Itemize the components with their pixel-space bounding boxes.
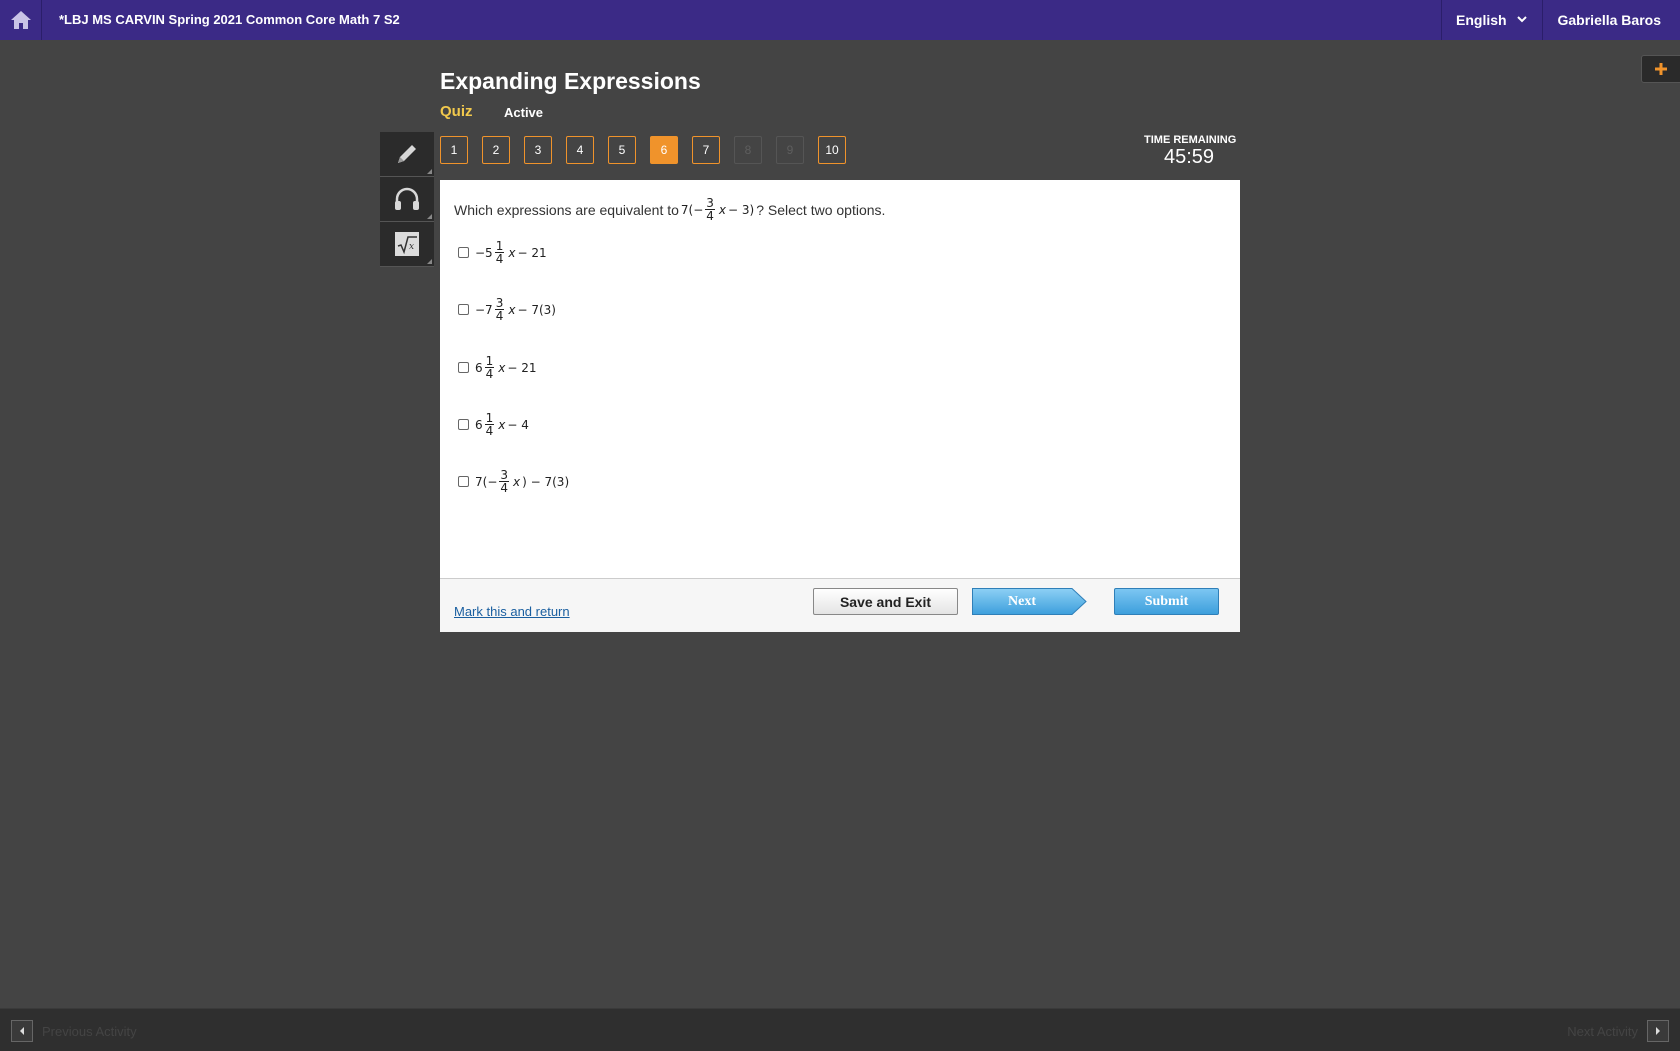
variable: x	[498, 417, 506, 432]
pencil-icon	[398, 145, 416, 163]
question-number-2[interactable]: 2	[482, 136, 510, 164]
math-part: 6	[475, 417, 483, 432]
math-part: 7(−	[475, 474, 498, 489]
option-checkbox[interactable]	[458, 247, 469, 258]
top-bar: *LBJ MS CARVIN Spring 2021 Common Core M…	[0, 0, 1680, 40]
fraction: 34	[499, 469, 510, 495]
answer-option[interactable]: −5 1 4 x − 21	[458, 240, 547, 265]
option-checkbox[interactable]	[458, 362, 469, 373]
answer-option[interactable]: 6 1 4 x − 21	[458, 355, 537, 380]
math-part: ) − 7(3)	[522, 474, 570, 489]
denominator: 4	[495, 252, 504, 266]
variable: x	[498, 360, 506, 375]
variable: x	[508, 245, 516, 260]
timer-label: TIME REMAINING	[1144, 134, 1237, 146]
fraction: 14	[494, 240, 505, 266]
page-title: Expanding Expressions	[440, 68, 701, 94]
prompt-text-after: ? Select two options.	[756, 201, 886, 218]
audio-tool-button[interactable]	[380, 177, 434, 222]
save-and-exit-button[interactable]: Save and Exit	[813, 588, 958, 615]
previous-activity-label[interactable]: Previous Activity	[42, 1024, 137, 1039]
question-navigation: 1 2 3 4 5 6 7 8 9 10	[440, 136, 860, 164]
option-checkbox[interactable]	[458, 419, 469, 430]
math-part: −7	[475, 302, 493, 317]
answer-option[interactable]: −7 3 4 x − 7(3)	[458, 297, 556, 322]
math-tool-button[interactable]: x	[380, 222, 434, 267]
question-number-1[interactable]: 1	[440, 136, 468, 164]
fraction: 3 4	[705, 197, 715, 222]
question-number-5[interactable]: 5	[608, 136, 636, 164]
fraction: 14	[484, 412, 495, 438]
next-button-label: Next	[1008, 593, 1036, 609]
prompt-expression: 7(− 3 4 x − 3)	[681, 197, 754, 222]
next-button[interactable]: Next	[972, 588, 1087, 615]
denominator: 4	[706, 209, 714, 223]
question-number-4[interactable]: 4	[566, 136, 594, 164]
mark-and-return-link[interactable]: Mark this and return	[454, 604, 570, 619]
question-prompt: Which expressions are equivalent to 7(− …	[454, 197, 885, 222]
question-number-3[interactable]: 3	[524, 136, 552, 164]
math-part: −5	[475, 245, 493, 260]
tool-panel: x	[380, 132, 434, 267]
answer-option[interactable]: 7(− 3 4 x) − 7(3)	[458, 469, 569, 494]
fraction: 34	[494, 297, 505, 323]
question-footer: Mark this and return Save and Exit Next …	[440, 578, 1240, 632]
option-checkbox[interactable]	[458, 476, 469, 487]
prompt-text-before: Which expressions are equivalent to	[454, 201, 679, 218]
caret-right-icon	[1656, 1027, 1660, 1035]
pencil-tool-button[interactable]	[380, 132, 434, 177]
answer-option[interactable]: 6 1 4 x − 4	[458, 412, 529, 437]
variable: x	[508, 302, 516, 317]
next-activity-label[interactable]: Next Activity	[1567, 1024, 1638, 1039]
svg-text:x: x	[409, 242, 414, 252]
home-icon	[10, 11, 31, 29]
math-part: − 7(3)	[517, 302, 556, 317]
language-label: English	[1456, 12, 1507, 28]
question-number-7[interactable]: 7	[692, 136, 720, 164]
denominator: 4	[485, 424, 494, 438]
bottom-bar: Previous Activity Next Activity	[0, 1008, 1680, 1051]
option-expression: 6 1 4 x − 21	[475, 355, 537, 380]
square-root-icon: x	[395, 232, 419, 256]
denominator: 4	[500, 481, 509, 495]
math-part: − 3)	[728, 202, 755, 217]
user-name[interactable]: Gabriella Baros	[1558, 12, 1662, 28]
activity-status: Active	[504, 105, 544, 120]
course-title: *LBJ MS CARVIN Spring 2021 Common Core M…	[59, 12, 400, 27]
math-part: 6	[475, 360, 483, 375]
home-button[interactable]	[0, 0, 42, 40]
question-number-10[interactable]: 10	[818, 136, 846, 164]
math-part: 7(−	[680, 202, 704, 217]
option-expression: 6 1 4 x − 4	[475, 412, 529, 437]
previous-activity-button[interactable]	[11, 1020, 33, 1042]
plus-icon	[1655, 63, 1667, 75]
timer-value: 45:59	[1164, 146, 1215, 168]
question-number-9: 9	[776, 136, 804, 164]
question-number-8: 8	[734, 136, 762, 164]
submit-button[interactable]: Submit	[1114, 588, 1219, 615]
language-selector[interactable]: English	[1441, 0, 1543, 40]
fraction: 14	[484, 355, 495, 381]
option-expression: −7 3 4 x − 7(3)	[475, 297, 556, 322]
question-number-6[interactable]: 6	[650, 136, 678, 164]
variable: x	[513, 474, 521, 489]
variable: x	[718, 202, 727, 217]
option-expression: 7(− 3 4 x) − 7(3)	[475, 469, 569, 494]
option-checkbox[interactable]	[458, 304, 469, 315]
expand-button[interactable]	[1641, 55, 1680, 83]
activity-type: Quiz	[440, 103, 473, 120]
chevron-down-icon	[1517, 16, 1527, 23]
denominator: 4	[495, 309, 504, 323]
denominator: 4	[485, 367, 494, 381]
math-part: − 21	[507, 360, 537, 375]
math-part: − 4	[507, 417, 529, 432]
next-activity-button[interactable]	[1647, 1020, 1669, 1042]
option-expression: −5 1 4 x − 21	[475, 240, 547, 265]
question-panel: Which expressions are equivalent to 7(− …	[440, 180, 1240, 632]
headphones-icon	[395, 187, 419, 210]
caret-left-icon	[20, 1027, 24, 1035]
math-part: − 21	[517, 245, 547, 260]
